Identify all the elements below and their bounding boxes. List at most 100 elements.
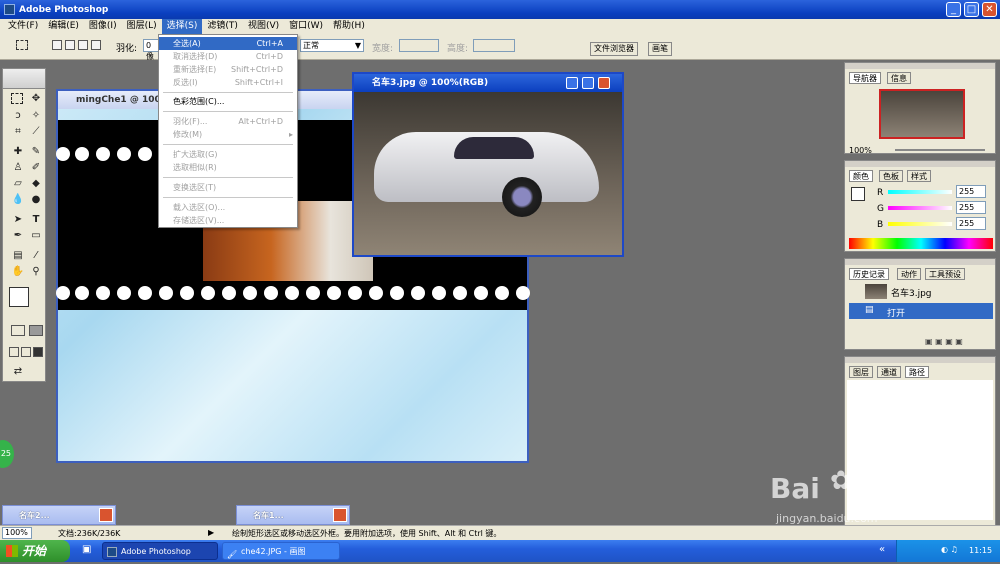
- minimized-window-car2[interactable]: 名车2...: [2, 505, 116, 525]
- menu-item-similar[interactable]: 选取相似(R): [159, 161, 297, 174]
- close-button[interactable]: ✕: [982, 2, 997, 17]
- menu-item-deselect[interactable]: 取消选择(D) Ctrl+D: [159, 50, 297, 63]
- notes-tool-icon[interactable]: ▤: [11, 249, 25, 263]
- standard-mode-icon[interactable]: [11, 325, 25, 336]
- path-select-icon[interactable]: ➤: [11, 213, 25, 227]
- screen-mode-3-icon[interactable]: [33, 347, 43, 357]
- menu-item-save-selection[interactable]: 存储选区(V)...: [159, 214, 297, 227]
- tab-history[interactable]: 历史记录: [849, 268, 889, 280]
- navigator-zoom[interactable]: 100%: [849, 146, 872, 155]
- stamp-tool-icon[interactable]: ♙: [11, 161, 25, 175]
- status-zoom-field[interactable]: 100%: [2, 527, 32, 539]
- healing-brush-icon[interactable]: ✚: [11, 145, 25, 159]
- menu-item-inverse[interactable]: 反选(I) Shift+Ctrl+I: [159, 76, 297, 89]
- slice-tool-icon[interactable]: ⟋: [29, 125, 43, 139]
- tab-info[interactable]: 信息: [887, 72, 911, 84]
- lasso-tool-icon[interactable]: ↄ: [11, 109, 25, 123]
- menu-help[interactable]: 帮助(H): [328, 19, 370, 34]
- minimized-window-car1[interactable]: 名车1...: [236, 505, 350, 525]
- jump-to-imageready-icon[interactable]: ⇄: [11, 365, 25, 379]
- tab-channels[interactable]: 通道: [877, 366, 901, 378]
- menu-item-modify[interactable]: 修改(M) ▸: [159, 128, 297, 141]
- type-tool-icon[interactable]: T: [29, 213, 43, 227]
- zoom-tool-icon[interactable]: ⚲: [29, 265, 43, 279]
- menu-item-transform-selection[interactable]: 变换选区(T): [159, 181, 297, 194]
- hand-tool-icon[interactable]: ✋: [11, 265, 25, 279]
- width-field[interactable]: [399, 39, 439, 52]
- tray-icons[interactable]: ◐ ♫: [941, 545, 958, 554]
- doc-maximize-button[interactable]: [582, 77, 594, 89]
- tab-paths[interactable]: 路径: [905, 366, 929, 378]
- marquee-preset-icon[interactable]: [16, 40, 28, 50]
- quickmask-mode-icon[interactable]: [29, 325, 43, 336]
- magic-wand-icon[interactable]: ✧: [29, 109, 43, 123]
- close-icon[interactable]: [99, 508, 113, 522]
- menu-layer[interactable]: 图层(L): [122, 19, 162, 34]
- menu-item-reselect[interactable]: 重新选择(E) Shift+Ctrl+D: [159, 63, 297, 76]
- g-slider[interactable]: [888, 206, 952, 210]
- tab-layers[interactable]: 图层: [849, 366, 873, 378]
- task-paint[interactable]: 🖌 che42.JPG - 画图: [222, 542, 340, 560]
- close-icon[interactable]: [333, 508, 347, 522]
- menu-filter[interactable]: 滤镜(T): [202, 19, 243, 34]
- bucket-tool-icon[interactable]: ◆: [29, 177, 43, 191]
- brush-tool-icon[interactable]: ✎: [29, 145, 43, 159]
- menu-item-select-all[interactable]: 全选(A) Ctrl+A: [159, 37, 297, 50]
- menu-select[interactable]: 选择(S): [161, 19, 203, 34]
- eraser-tool-icon[interactable]: ▱: [11, 177, 25, 191]
- r-slider[interactable]: [888, 190, 952, 194]
- feather-field[interactable]: 0 像: [143, 39, 159, 61]
- new-selection-icon[interactable]: [52, 40, 62, 50]
- status-arrow-icon[interactable]: ▶: [208, 528, 214, 537]
- menu-item-grow[interactable]: 扩大选取(G): [159, 148, 297, 161]
- screen-mode-1-icon[interactable]: [9, 347, 19, 357]
- color-ramp[interactable]: [849, 238, 993, 249]
- menu-window[interactable]: 窗口(W): [284, 19, 328, 34]
- toolbox-header[interactable]: [3, 69, 45, 89]
- tab-navigator[interactable]: 导航器: [849, 72, 881, 84]
- tab-swatches[interactable]: 色板: [879, 170, 903, 182]
- eyedropper-icon[interactable]: ⁄: [29, 249, 43, 263]
- navigator-zoom-slider[interactable]: [895, 149, 985, 151]
- history-step-row[interactable]: ▤ 打开: [849, 303, 993, 319]
- menu-item-load-selection[interactable]: 载入选区(O)...: [159, 201, 297, 214]
- tab-tool-presets[interactable]: 工具预设: [925, 268, 965, 280]
- crop-tool-icon[interactable]: ⌗: [11, 125, 25, 139]
- menu-image[interactable]: 图像(I): [84, 19, 122, 34]
- tray-collapse-icon[interactable]: «: [879, 544, 885, 555]
- b-slider[interactable]: [888, 222, 952, 226]
- r-input[interactable]: 255: [956, 185, 986, 198]
- move-tool-icon[interactable]: ✥: [29, 92, 43, 106]
- tab-color[interactable]: 颜色: [849, 170, 873, 182]
- g-input[interactable]: 255: [956, 201, 986, 214]
- tab-styles[interactable]: 样式: [907, 170, 931, 182]
- menu-file[interactable]: 文件(F): [3, 19, 43, 34]
- menu-item-feather[interactable]: 羽化(F)... Alt+Ctrl+D: [159, 115, 297, 128]
- pen-tool-icon[interactable]: ✒: [11, 229, 25, 243]
- foreground-color-swatch[interactable]: [9, 287, 29, 307]
- menu-edit[interactable]: 编辑(E): [43, 19, 84, 34]
- subtract-selection-icon[interactable]: [78, 40, 88, 50]
- overlay-badge[interactable]: 25: [0, 440, 14, 468]
- shape-tool-icon[interactable]: ▭: [29, 229, 43, 243]
- quick-launch-icon[interactable]: ▣: [82, 544, 91, 555]
- doc-close-button[interactable]: [598, 77, 610, 89]
- start-button[interactable]: 开始: [0, 540, 70, 562]
- tab-actions[interactable]: 动作: [897, 268, 921, 280]
- style-select[interactable]: 正常 ▼: [300, 39, 364, 52]
- clock[interactable]: 11:15: [969, 546, 992, 555]
- height-field[interactable]: [473, 39, 515, 52]
- task-photoshop[interactable]: Adobe Photoshop: [102, 542, 218, 560]
- history-footer-icons[interactable]: ▣ ▣ ▣ ▣: [925, 337, 963, 346]
- dodge-tool-icon[interactable]: ●: [29, 193, 43, 207]
- doc-minimize-button[interactable]: [566, 77, 578, 89]
- tab-brushes[interactable]: 画笔: [648, 42, 672, 56]
- screen-mode-2-icon[interactable]: [21, 347, 31, 357]
- history-brush-icon[interactable]: ✐: [29, 161, 43, 175]
- marquee-tool-icon[interactable]: [11, 93, 23, 104]
- tab-file-browser[interactable]: 文件浏览器: [590, 42, 638, 56]
- intersect-selection-icon[interactable]: [91, 40, 101, 50]
- panel-foreground-swatch[interactable]: [851, 187, 865, 201]
- b-input[interactable]: 255: [956, 217, 986, 230]
- add-selection-icon[interactable]: [65, 40, 75, 50]
